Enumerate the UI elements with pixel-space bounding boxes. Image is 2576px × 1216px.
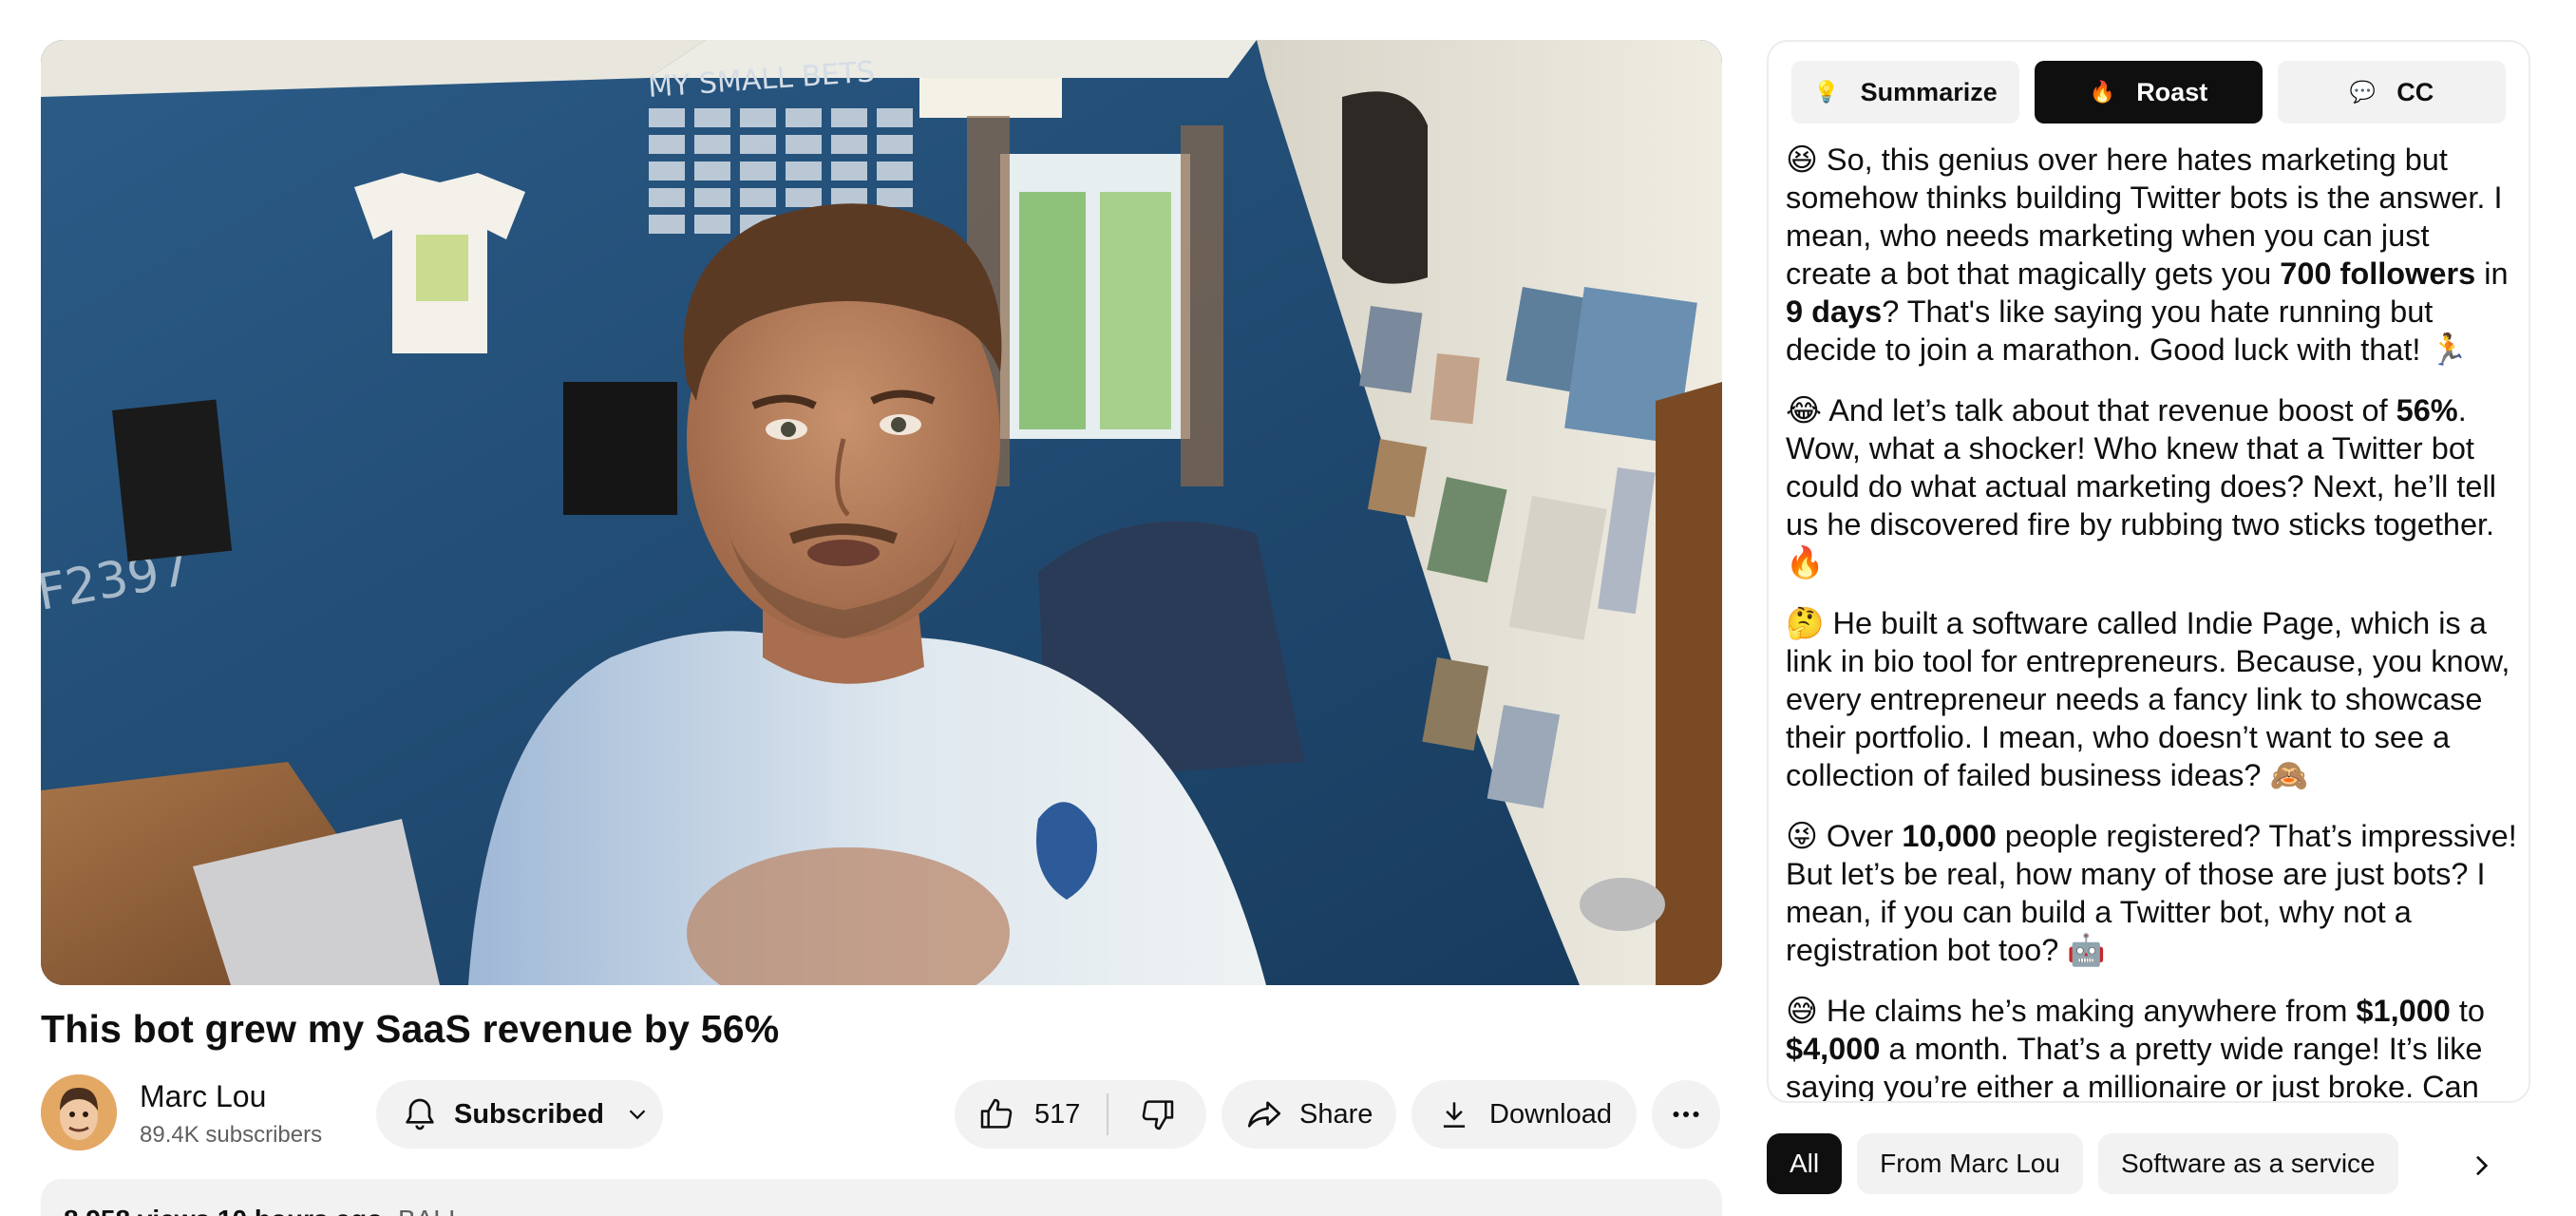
related-chips: All From Marc Lou Software as a service — [1767, 1133, 2398, 1194]
avatar[interactable] — [41, 1074, 117, 1150]
roast-text-segment: 😅 He claims he’s making anywhere from — [1786, 994, 2357, 1028]
roast-text-segment: 😂 And let’s talk about that revenue boos… — [1786, 393, 2396, 428]
avatar-image — [41, 1074, 117, 1150]
video-title: This bot grew my SaaS revenue by 56% — [41, 1007, 780, 1051]
panel-tabs: 💡 Summarize 🔥 Roast 💬 CC — [1791, 61, 2506, 124]
share-label: Share — [1299, 1098, 1373, 1130]
roast-highlight: $1,000 — [2356, 994, 2451, 1028]
roast-paragraph: 😂 And let’s talk about that revenue boos… — [1786, 391, 2517, 581]
bell-icon — [406, 1098, 434, 1130]
roast-paragraph: 🤔 He built a software called Indie Page,… — [1786, 604, 2517, 794]
roast-text-segment: a month. That’s a pretty wide range! It’… — [1786, 1032, 2483, 1103]
video-frame[interactable]: MY SMALL BETS F2397 — [41, 40, 1722, 985]
roast-text-segment: in — [2475, 256, 2509, 291]
roast-highlight: 56% — [2396, 393, 2458, 428]
roast-paragraph: 😅 He claims he’s making anywhere from $1… — [1786, 992, 2517, 1103]
thumbs-up-icon — [980, 1098, 1013, 1129]
download-label: Download — [1489, 1098, 1612, 1130]
chevron-right-icon — [2476, 1155, 2489, 1176]
more-actions-button[interactable] — [1652, 1080, 1720, 1149]
view-meta: 8,958 views 10 hours ago — [64, 1205, 383, 1216]
roast-text-segment: 😜 Over — [1786, 819, 1903, 853]
tab-cc-label: CC — [2396, 77, 2434, 106]
like-button[interactable]: 517 — [955, 1080, 1107, 1149]
roast-highlight: $4,000 — [1786, 1032, 1881, 1066]
tab-roast[interactable]: 🔥 Roast — [2035, 61, 2263, 124]
speech-bubble-icon: 💬 — [2349, 80, 2377, 104]
roast-paragraph: 😆 So, this genius over here hates market… — [1786, 141, 2517, 369]
tab-summarize-label: Summarize — [1860, 77, 1998, 106]
thumbs-down-icon — [1142, 1100, 1173, 1130]
tab-cc[interactable]: 💬 CC — [2278, 61, 2506, 124]
roast-text-segment: ? That's like saying you hate running bu… — [1786, 294, 2468, 367]
tab-summarize[interactable]: 💡 Summarize — [1791, 61, 2019, 124]
lightbulb-icon: 💡 — [1813, 80, 1840, 104]
ai-panel: 💡 Summarize 🔥 Roast 💬 CC 😆 So, this geni… — [1767, 40, 2530, 1103]
roast-highlight: 9 days — [1786, 294, 1883, 329]
chevron-down-icon — [629, 1110, 646, 1120]
chips-next-button[interactable] — [2462, 1147, 2500, 1185]
fire-icon: 🔥 — [2089, 80, 2116, 104]
like-count: 517 — [1034, 1098, 1081, 1130]
location-tag[interactable]: BALI — [398, 1205, 456, 1216]
chip-from-channel[interactable]: From Marc Lou — [1857, 1133, 2083, 1194]
chip-saas[interactable]: Software as a service — [2097, 1133, 2398, 1194]
channel-name[interactable]: Marc Lou — [140, 1079, 266, 1114]
dislike-button[interactable] — [1108, 1080, 1206, 1149]
like-dislike-group: 517 — [955, 1080, 1206, 1149]
download-icon — [1443, 1102, 1466, 1128]
subscribed-label: Subscribed — [454, 1098, 604, 1130]
subscriber-count: 89.4K subscribers — [140, 1122, 323, 1148]
share-icon — [1247, 1101, 1281, 1128]
subscribed-button[interactable]: Subscribed — [376, 1080, 663, 1149]
download-button[interactable]: Download — [1411, 1080, 1637, 1149]
roast-highlight: 10,000 — [1902, 819, 1997, 853]
chip-all[interactable]: All — [1767, 1133, 1843, 1194]
more-icon — [1673, 1112, 1699, 1117]
tab-roast-label: Roast — [2136, 77, 2208, 106]
roast-text-segment: 🤔 He built a software called Indie Page,… — [1786, 606, 2510, 792]
roast-text-segment: to — [2450, 994, 2485, 1028]
roast-content[interactable]: 😆 So, this genius over here hates market… — [1786, 141, 2517, 1103]
video-player[interactable]: MY SMALL BETS F2397 — [41, 40, 1722, 985]
roast-paragraph: 😜 Over 10,000 people registered? That’s … — [1786, 817, 2517, 969]
roast-highlight: 700 followers — [2280, 256, 2476, 291]
share-button[interactable]: Share — [1222, 1080, 1396, 1149]
description-box[interactable]: 8,958 views 10 hours ago BALI — [41, 1179, 1722, 1216]
